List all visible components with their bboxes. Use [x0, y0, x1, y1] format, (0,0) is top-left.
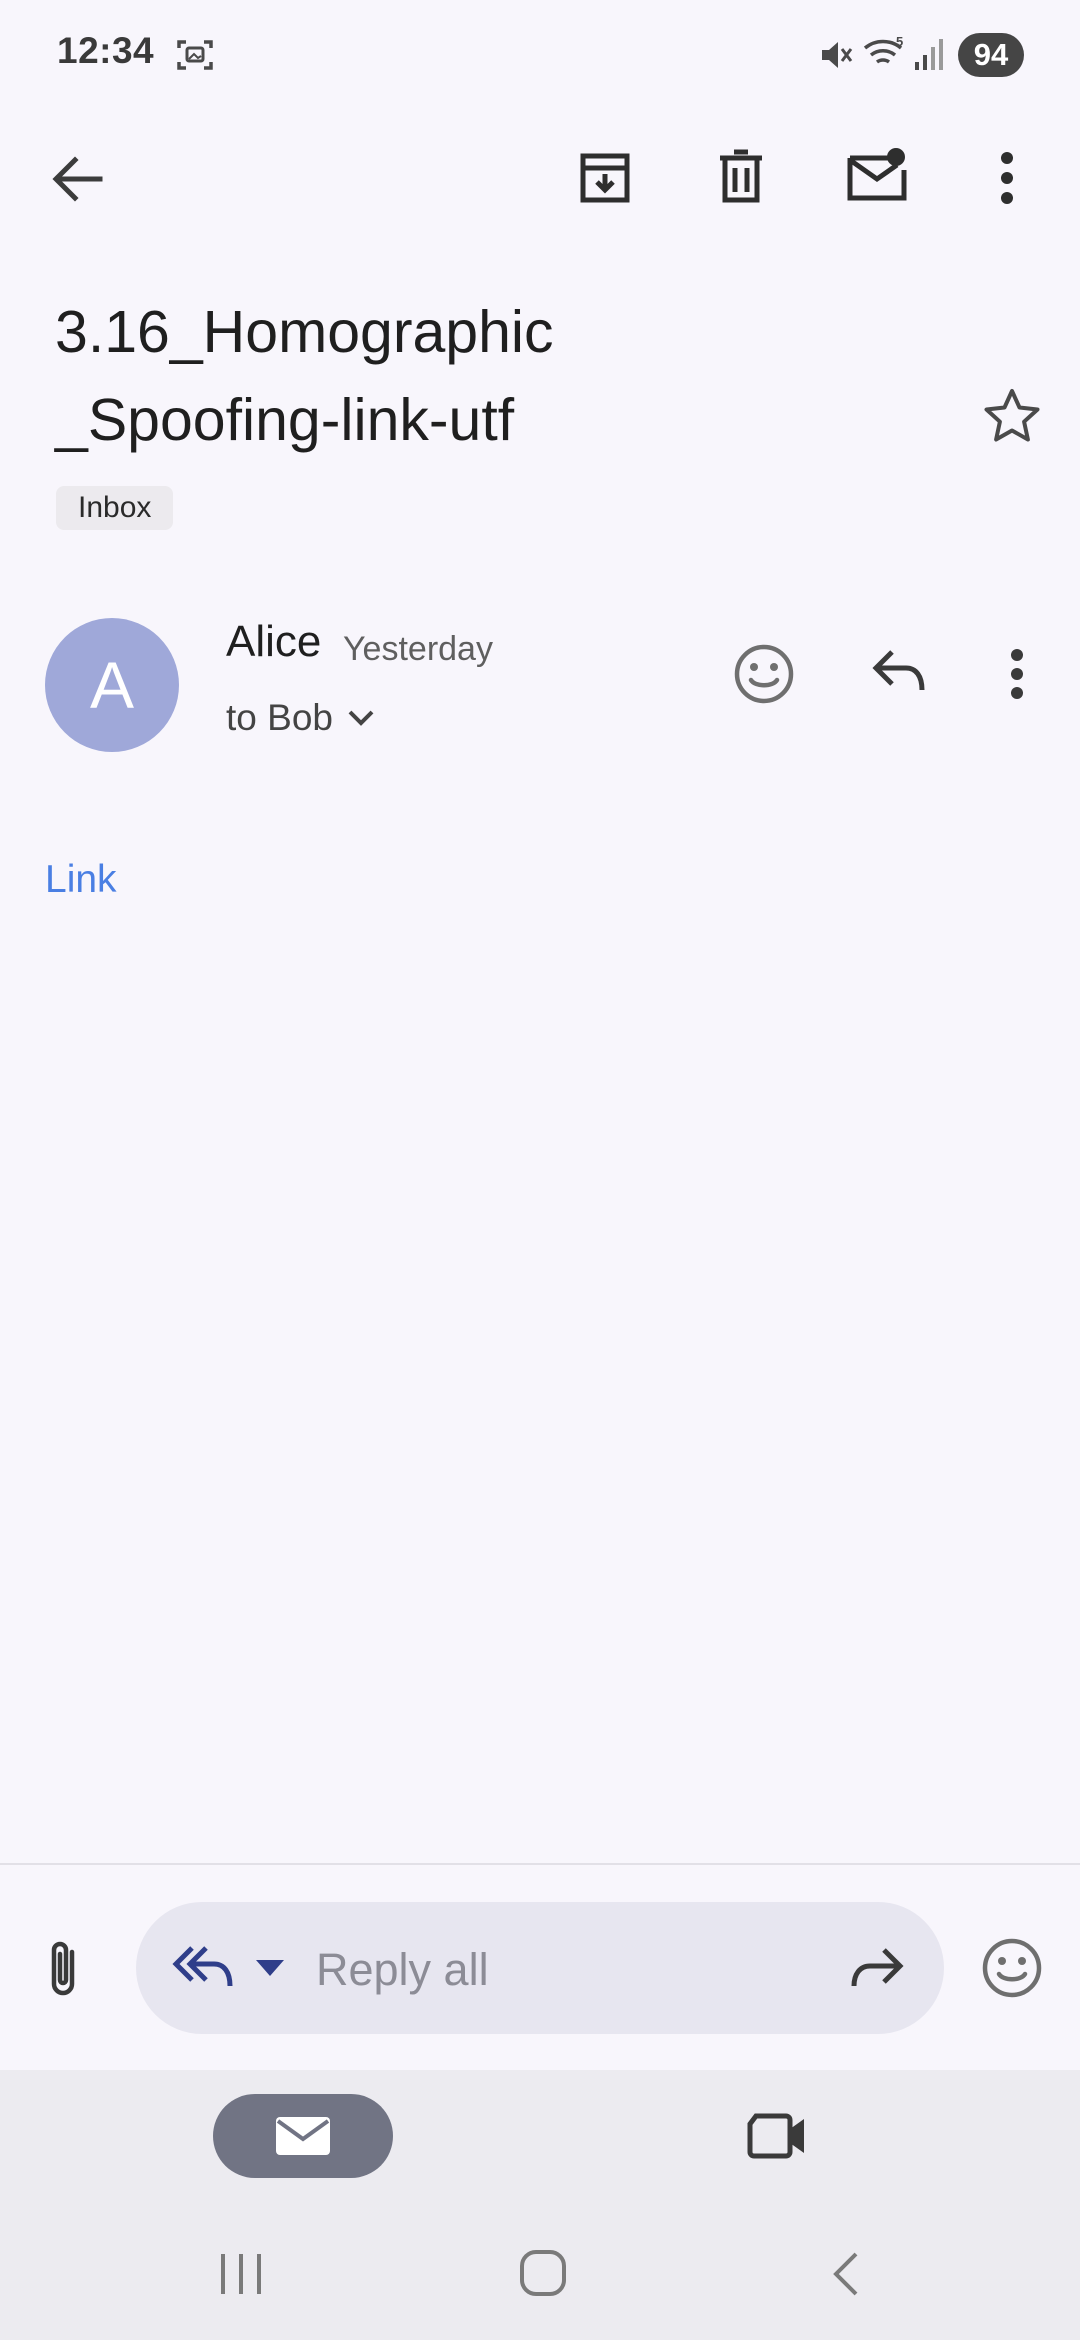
sent-time: Yesterday — [343, 630, 493, 668]
system-back-icon[interactable] — [828, 2250, 862, 2298]
trash-icon[interactable] — [716, 148, 766, 206]
compose-emoji-icon[interactable] — [981, 1937, 1043, 1999]
status-time: 12:34 — [57, 30, 155, 71]
bottom-navigation — [0, 2070, 1080, 2340]
recipient-details[interactable]: to Bob — [226, 697, 375, 739]
battery-indicator: 94 — [958, 33, 1024, 77]
reply-mode-dropdown-icon[interactable] — [256, 1960, 284, 1976]
more-options-icon[interactable] — [995, 150, 1019, 206]
email-body-link[interactable]: Link — [45, 858, 117, 902]
mute-icon — [822, 42, 853, 68]
home-icon[interactable] — [518, 2248, 568, 2298]
chevron-down-icon — [348, 710, 374, 726]
reply-divider — [0, 1863, 1080, 1865]
forward-icon[interactable] — [848, 1946, 904, 1988]
mail-tab[interactable] — [213, 2094, 393, 2178]
reply-all-icon[interactable] — [172, 1944, 234, 1990]
mark-unread-icon[interactable] — [846, 146, 912, 202]
sender-name: Alice — [226, 617, 322, 666]
message-more-icon[interactable] — [1006, 648, 1028, 700]
wifi-icon: 5 — [863, 34, 903, 64]
meet-video-icon[interactable] — [746, 2112, 808, 2160]
recent-apps-icon[interactable] — [217, 2252, 265, 2296]
screenshot-icon — [177, 40, 213, 70]
svg-text:5: 5 — [896, 34, 903, 49]
star-icon[interactable] — [983, 387, 1041, 443]
back-arrow-icon[interactable] — [50, 154, 104, 204]
archive-icon[interactable] — [577, 150, 633, 206]
email-subject: 3.16_Homographic _Spoofing-link-utf — [55, 299, 554, 453]
attachment-icon[interactable] — [44, 1938, 84, 2000]
inbox-label-chip[interactable]: Inbox — [56, 486, 174, 530]
recipient-label: to Bob — [226, 697, 333, 738]
signal-icon — [915, 39, 943, 70]
reply-placeholder: Reply all — [316, 1944, 489, 1995]
mail-icon — [276, 2117, 330, 2155]
avatar[interactable]: A — [45, 618, 179, 752]
emoji-react-icon[interactable] — [733, 643, 795, 705]
reply-icon[interactable] — [872, 648, 928, 694]
